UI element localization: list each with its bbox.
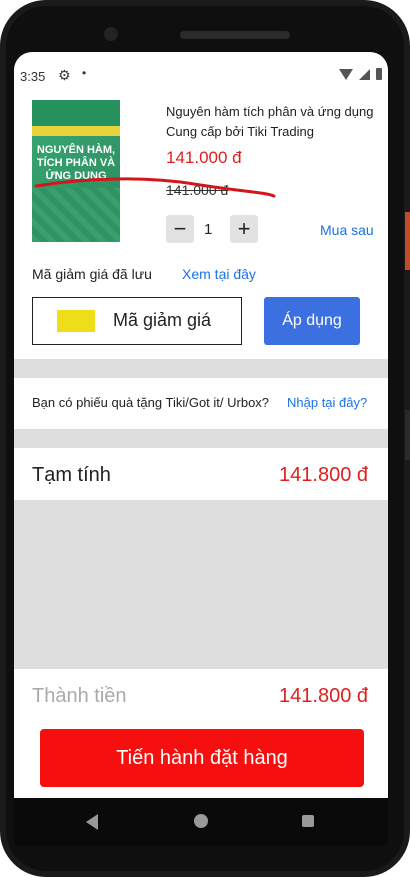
coupon-label: Mã giảm giá <box>113 310 212 330</box>
home-icon[interactable] <box>194 814 208 828</box>
apply-coupon-button[interactable]: Áp dụng <box>264 297 360 345</box>
product-price: 141.000 đ <box>166 148 242 167</box>
recent-apps-icon[interactable] <box>302 815 314 827</box>
buy-later-link[interactable]: Mua sau <box>320 222 374 238</box>
saved-coupon-label: Mã giảm giá đã lưu <box>32 266 152 282</box>
gear-icon: ⚙ <box>58 67 71 83</box>
saved-coupon-link[interactable]: Xem tại đây <box>182 266 256 282</box>
status-bar: 3:35 ⚙ • <box>14 52 388 98</box>
volume-button <box>405 410 410 460</box>
signal-icon <box>359 68 370 80</box>
status-time: 3:35 <box>20 69 46 84</box>
product-seller: Cung cấp bởi Tiki Trading <box>166 124 314 139</box>
battery-icon <box>376 68 382 80</box>
coupon-input[interactable]: Mã giảm giá <box>32 297 242 345</box>
notification-dot-icon: • <box>82 66 87 80</box>
speaker-grille <box>180 31 290 39</box>
gift-card-text: Bạn có phiếu quà tặng Tiki/Got it/ Urbox… <box>32 395 270 410</box>
navigation-bar <box>14 798 388 846</box>
power-button <box>405 212 410 270</box>
subtotal-label: Tạm tính <box>32 464 111 486</box>
section-divider <box>14 359 388 378</box>
quantity-value: 1 <box>204 221 213 238</box>
front-camera <box>104 27 118 41</box>
quantity-minus-button[interactable]: − <box>166 215 194 243</box>
wifi-icon <box>339 68 353 80</box>
product-info[interactable]: Nguyên hàm tích phân và ứng dụng Cung cấ… <box>166 102 384 142</box>
screen: 3:35 ⚙ • NGUYÊN HÀM, TÍCH PHÂN VÀ ỨNG DỤ… <box>14 52 388 798</box>
gift-card-link[interactable]: Nhập tại đây? <box>287 395 367 410</box>
total-value: 141.800 đ <box>279 685 368 707</box>
quantity-plus-button[interactable]: + <box>230 215 258 243</box>
back-icon[interactable] <box>86 814 98 830</box>
phone-frame: 3:35 ⚙ • NGUYÊN HÀM, TÍCH PHÂN VÀ ỨNG DỤ… <box>0 0 410 877</box>
subtotal-value: 141.800 đ <box>279 464 368 486</box>
empty-area <box>14 500 388 669</box>
section-divider <box>14 429 388 448</box>
coupon-icon <box>57 310 95 332</box>
total-label: Thành tiền <box>32 685 127 707</box>
product-title: Nguyên hàm tích phân và ứng dụng <box>166 104 374 119</box>
scribble-mark <box>34 177 276 198</box>
place-order-button[interactable]: Tiến hành đặt hàng <box>40 729 364 787</box>
status-icons <box>339 68 382 80</box>
